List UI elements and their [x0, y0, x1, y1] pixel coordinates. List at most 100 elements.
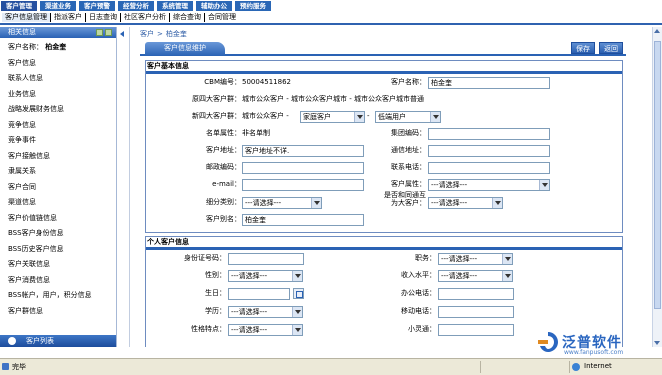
top-tab-office[interactable]: 辅助办公 [195, 0, 233, 11]
collapse-arrow-icon[interactable] [120, 31, 124, 37]
vertical-scrollbar[interactable] [652, 27, 662, 347]
top-tab-analysis[interactable]: 经营分析 [117, 0, 155, 11]
customer-attr-select[interactable]: ---请选择--- [428, 179, 550, 191]
postcode-input[interactable] [242, 162, 364, 174]
sidebar-item-contact-records[interactable]: 客户接触信息 [0, 149, 116, 165]
sidebar-item-consumption[interactable]: 客户消费信息 [0, 273, 116, 289]
group-code-input[interactable] [428, 128, 550, 140]
back-button[interactable]: 返回 [599, 42, 623, 54]
address-label: 客户地址： [206, 146, 241, 154]
birthday-input[interactable] [228, 288, 290, 300]
email-input[interactable] [242, 179, 364, 191]
personal-info-title: 个人客户信息 [146, 237, 622, 247]
sidebar-item-competition-events[interactable]: 竞争事件 [0, 133, 116, 149]
sidebar-item-groups[interactable]: 客户群信息 [0, 304, 116, 320]
brand-logo-icon [538, 332, 558, 352]
new-group-label: 新四大客户群： [192, 112, 241, 120]
education-select[interactable]: ---请选择--- [228, 306, 303, 318]
sub-tab-assign[interactable]: 指派客户 [51, 12, 86, 22]
chevron-down-icon[interactable] [430, 112, 440, 122]
minimize-icon[interactable] [96, 29, 103, 36]
expand-icon[interactable] [105, 29, 112, 36]
address-input[interactable]: 客户地址不详. [242, 145, 364, 157]
breadcrumb-root[interactable]: 客户 [140, 30, 154, 38]
top-tab-booking[interactable]: 预约服务 [234, 0, 272, 11]
sidebar-item-contacts[interactable]: 联系人信息 [0, 71, 116, 87]
sidebar-title: 相关信息 [8, 28, 36, 36]
contact-phone-input[interactable] [428, 162, 550, 174]
top-tab-alert[interactable]: 客户预警 [78, 0, 116, 11]
sidebar-item-business[interactable]: 业务信息 [0, 87, 116, 103]
sub-tab-query[interactable]: 综合查询 [170, 12, 205, 22]
id-number-input[interactable] [228, 253, 304, 265]
comm-address-input[interactable] [428, 145, 550, 157]
list-icon [8, 337, 16, 345]
top-tab-channel[interactable]: 渠道业务 [39, 0, 77, 11]
chevron-down-icon[interactable] [292, 325, 302, 335]
page-icon [2, 363, 9, 370]
chevron-down-icon[interactable] [292, 271, 302, 281]
chevron-down-icon[interactable] [292, 307, 302, 317]
sub-tab-contract[interactable]: 合同管理 [205, 13, 239, 22]
sub-tab-log[interactable]: 日志查询 [86, 12, 121, 22]
sub-tab-customer-info[interactable]: 客户信息管理 [2, 12, 51, 22]
breadcrumb-current: 柏金奎 [165, 30, 187, 38]
office-phone-label: 办公电话： [401, 289, 436, 297]
education-label: 学历： [205, 307, 226, 315]
personality-label: 性格特点： [191, 325, 226, 333]
mobile-input[interactable] [438, 306, 514, 318]
job-label: 职务： [415, 254, 436, 262]
tab-customer-maintenance[interactable]: 客户信息维护 [145, 42, 225, 56]
sidebar-item-strategy[interactable]: 战略发展财务信息 [0, 102, 116, 118]
calendar-icon[interactable] [293, 288, 304, 299]
chevron-down-icon[interactable] [502, 254, 512, 264]
save-button[interactable]: 保存 [571, 42, 595, 54]
chevron-down-icon[interactable] [539, 180, 549, 190]
new-group-prefix: 城市公众客户 - [242, 112, 289, 120]
new-group-select-2[interactable]: 低端用户 [375, 111, 441, 123]
sidebar-item-affiliation[interactable]: 隶属关系 [0, 164, 116, 180]
income-select[interactable]: ---请选择--- [438, 270, 513, 282]
major-customer-select[interactable]: ---请选择--- [428, 197, 503, 209]
job-select[interactable]: ---请选择--- [438, 253, 513, 265]
customer-name-input[interactable]: 柏金奎 [428, 77, 550, 89]
sidebar-item-bss-history[interactable]: BSS历史客户信息 [0, 242, 116, 258]
segment-select[interactable]: ---请选择--- [242, 197, 322, 209]
new-group-select-1[interactable]: 家庭客户 [300, 111, 365, 123]
sidebar-footer[interactable]: 客户列表 [0, 335, 116, 347]
breadcrumb-separator: > [157, 30, 163, 38]
zone-text: Internet [584, 362, 612, 370]
sidebar-header: 相关信息 [0, 27, 116, 38]
sidebar-item-channels[interactable]: 渠道信息 [0, 195, 116, 211]
sidebar-item-bss-identity[interactable]: BSS客户身份信息 [0, 226, 116, 242]
pas-label: 小灵通： [408, 325, 436, 333]
sidebar-item-customer-info[interactable]: 客户信息 [0, 56, 116, 72]
scroll-up-icon[interactable] [654, 29, 660, 33]
customer-attr-label: 客户属性： [391, 180, 426, 188]
birthday-label: 生日： [205, 289, 226, 297]
chevron-down-icon[interactable] [492, 198, 502, 208]
postcode-label: 邮政编码： [206, 163, 241, 171]
gender-select[interactable]: ---请选择--- [228, 270, 303, 282]
chevron-down-icon[interactable] [502, 271, 512, 281]
pas-input[interactable] [438, 324, 514, 336]
customer-name-label: 客户名称： [391, 78, 426, 86]
sidebar-item-bss-account[interactable]: BSS帐户，用户，积分信息 [0, 288, 116, 304]
sidebar-splitter[interactable] [117, 27, 130, 347]
personality-select[interactable]: ---请选择--- [228, 324, 303, 336]
alias-input[interactable]: 柏金奎 [242, 214, 364, 226]
top-tab-system[interactable]: 系统管理 [156, 0, 194, 11]
alias-label: 客户别名： [206, 215, 241, 223]
sidebar-item-competition[interactable]: 竞争信息 [0, 118, 116, 134]
top-tab-customer-mgmt[interactable]: 客户管理 [0, 0, 38, 11]
group-code-label: 集团编码： [391, 129, 426, 137]
chevron-down-icon[interactable] [354, 112, 364, 122]
chevron-down-icon[interactable] [311, 198, 321, 208]
office-phone-input[interactable] [438, 288, 514, 300]
gender-label: 性别： [205, 271, 226, 279]
sidebar-item-related[interactable]: 客户关联信息 [0, 257, 116, 273]
sub-tab-community[interactable]: 社区客户分析 [121, 12, 170, 22]
sidebar-item-value-chain[interactable]: 客户价值链信息 [0, 211, 116, 227]
sidebar-item-contracts[interactable]: 客户合同 [0, 180, 116, 196]
scroll-thumb[interactable] [654, 41, 661, 309]
